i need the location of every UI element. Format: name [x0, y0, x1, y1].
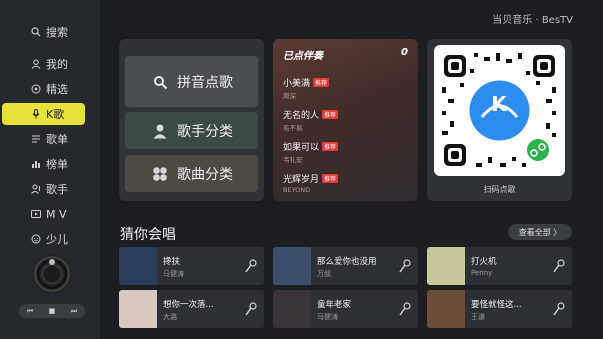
recommend-badge: 推荐 — [313, 78, 330, 87]
prev-icon[interactable]: ⏮ — [27, 307, 33, 316]
sidebar: 搜索 我的 精选 K歌 歌单 榜单 歌手 M V 少儿 ⏮ ■ ⏭ — [0, 0, 100, 339]
mic-icon[interactable] — [399, 302, 411, 316]
song-card[interactable]: 童年老家 马健涛 — [273, 290, 418, 328]
sidebar-item-label: 精选 — [46, 83, 68, 96]
sidebar-item-featured[interactable]: 精选 — [0, 78, 100, 100]
mic-icon[interactable] — [245, 302, 257, 316]
search-icon — [30, 26, 42, 38]
sidebar-item-playlist[interactable]: 歌单 — [0, 128, 100, 150]
user-icon — [30, 58, 42, 70]
player-controls: ⏮ ■ ⏭ — [19, 304, 85, 318]
section-title: 猜你会唱 — [120, 227, 176, 243]
mic-icon[interactable] — [553, 259, 565, 273]
song-category-label: 歌曲分类 — [177, 166, 233, 183]
queue-song: 如果可以 — [283, 143, 320, 153]
sidebar-item-label: 我的 — [46, 58, 68, 71]
view-all-button[interactable]: 查看全部 〉 — [508, 224, 572, 240]
song-name: 童年老家 — [317, 300, 352, 310]
song-name: 打火机 — [471, 257, 497, 267]
queue-card[interactable]: 已点伴奏 0 小美满 推荐 周深 无名的人 推荐 毛不易 如果可以 推荐 韦礼安 光辉… — [273, 39, 418, 201]
queue-song: 无名的人 — [283, 111, 320, 121]
grid-icon — [151, 165, 169, 183]
song-name: 那么爱你也没用 — [317, 257, 377, 267]
sidebar-item-label: 搜索 — [46, 26, 68, 39]
queue-item[interactable]: 如果可以 推荐 韦礼安 — [283, 140, 408, 164]
song-card[interactable]: 要怪就怪这... 王谦 — [427, 290, 572, 328]
recommend-badge: 推荐 — [322, 174, 339, 183]
queue-item[interactable]: 光辉岁月 推荐 BEYOND — [283, 172, 408, 194]
sidebar-item-karaoke[interactable]: K歌 — [2, 103, 85, 125]
singer-category-button[interactable]: 歌手分类 — [125, 112, 258, 149]
album-cover — [427, 247, 465, 285]
queue-artist: 周深 — [283, 92, 296, 100]
sidebar-item-search[interactable]: 搜索 — [0, 21, 100, 43]
album-cover — [119, 290, 157, 328]
recommend-badge: 推荐 — [322, 142, 339, 151]
sidebar-item-singers[interactable]: 歌手 — [0, 178, 100, 200]
song-card[interactable]: 打火机 Penny — [427, 247, 572, 285]
song-artist: 王谦 — [471, 313, 485, 321]
queue-count: 0 — [401, 47, 408, 58]
queue-item[interactable]: 小美满 推荐 周深 — [283, 76, 408, 100]
singer-icon — [30, 183, 42, 195]
album-cover — [273, 290, 311, 328]
mic-icon[interactable] — [399, 259, 411, 273]
sidebar-item-mv[interactable]: M V — [0, 203, 100, 225]
stop-icon[interactable]: ■ — [49, 307, 56, 315]
mv-icon — [30, 208, 42, 220]
sidebar-item-label: 歌手 — [46, 183, 68, 196]
child-icon — [30, 233, 42, 245]
qr-label: 扫码点歌 — [483, 185, 516, 194]
song-artist: Penny — [471, 269, 493, 277]
song-card[interactable]: 搀扶 马健涛 — [119, 247, 264, 285]
qr-card[interactable]: K 扫码点歌 — [427, 39, 572, 201]
song-name: 搀扶 — [163, 257, 181, 267]
sidebar-item-kids[interactable]: 少儿 — [0, 228, 100, 250]
mic-icon — [30, 108, 42, 120]
qr-center-letter: K — [491, 92, 507, 116]
sidebar-item-label: 歌单 — [46, 133, 68, 146]
song-category-button[interactable]: 歌曲分类 — [125, 155, 258, 192]
album-cover — [273, 247, 311, 285]
sidebar-item-label: 少儿 — [46, 233, 68, 246]
song-artist: 万叔 — [317, 270, 331, 278]
recommend-badge: 推荐 — [322, 110, 339, 119]
queue-artist: 毛不易 — [283, 124, 303, 132]
list-icon — [30, 133, 42, 145]
pinyin-search-label: 拼音点歌 — [177, 74, 233, 91]
song-artist: 大潞 — [163, 313, 177, 321]
sidebar-item-label: K歌 — [46, 108, 65, 121]
song-artist: 马健涛 — [163, 270, 184, 278]
song-name: 要怪就怪这... — [471, 300, 522, 310]
queue-artist: BEYOND — [283, 186, 311, 194]
queue-header: 已点伴奏 0 — [283, 47, 408, 62]
sidebar-item-charts[interactable]: 榜单 — [0, 153, 100, 175]
queue-artist: 韦礼安 — [283, 156, 303, 164]
song-card[interactable]: 那么爱你也没用 万叔 — [273, 247, 418, 285]
sidebar-item-mine[interactable]: 我的 — [0, 53, 100, 75]
sidebar-item-label: M V — [46, 207, 67, 221]
song-card[interactable]: 想你一次落... 大潞 — [119, 290, 264, 328]
volume-knob[interactable] — [33, 255, 71, 293]
album-cover — [119, 247, 157, 285]
queue-song: 光辉岁月 — [283, 175, 320, 185]
singer-category-label: 歌手分类 — [177, 123, 233, 140]
sidebar-item-label: 榜单 — [46, 158, 68, 171]
chart-icon — [30, 158, 42, 170]
next-icon[interactable]: ⏭ — [71, 307, 77, 316]
song-artist: 马健涛 — [317, 313, 338, 321]
mic-icon[interactable] — [245, 259, 257, 273]
circle-icon — [30, 83, 42, 95]
search-icon — [151, 73, 169, 91]
queue-item[interactable]: 无名的人 推荐 毛不易 — [283, 108, 408, 132]
brand-logo: 当贝音乐 · BesTV — [492, 15, 573, 26]
album-cover — [427, 290, 465, 328]
queue-song: 小美满 — [283, 79, 311, 89]
queue-title: 已点伴奏 — [283, 51, 323, 62]
pinyin-search-button[interactable]: 拼音点歌 — [125, 56, 258, 107]
singer-icon — [151, 122, 169, 140]
mic-icon[interactable] — [553, 302, 565, 316]
song-name: 想你一次落... — [163, 300, 214, 310]
